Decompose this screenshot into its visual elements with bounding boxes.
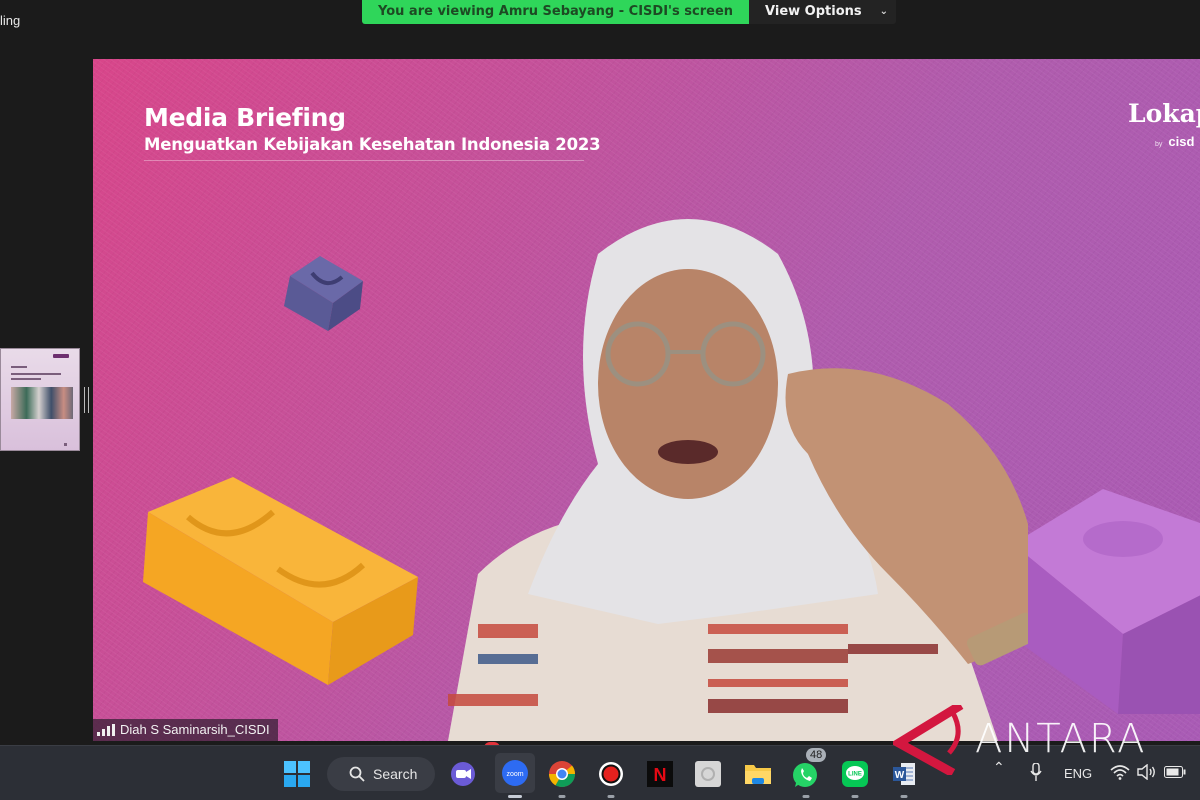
- participant-name-tag: Diah S Saminarsih_CISDI: [93, 719, 278, 741]
- windows-logo-icon: [284, 761, 310, 787]
- thumbnail-photo: [11, 387, 73, 419]
- taskbar-app-zoom[interactable]: zoom: [495, 753, 535, 798]
- taskbar-app-chrome[interactable]: [544, 756, 580, 798]
- watermark-text: ANTARA: [975, 716, 1147, 762]
- taskbar-search[interactable]: Search: [327, 757, 435, 791]
- slide-subtitle: Menguatkan Kebijakan Kesehatan Indonesia…: [144, 135, 601, 154]
- brand-sub: by cisd: [1155, 134, 1194, 149]
- thumbnail-page-number: [64, 443, 67, 446]
- signal-strength-icon: [97, 724, 115, 736]
- thumbnail-text-line: [11, 378, 41, 380]
- search-icon: [349, 766, 365, 782]
- viewing-notice: You are viewing Amru Sebayang - CISDI's …: [362, 0, 750, 24]
- thumbnail-text-line: [11, 373, 61, 375]
- teams-meet-icon: [451, 762, 475, 786]
- taskbar-app-gray[interactable]: [690, 756, 726, 792]
- input-language[interactable]: ENG: [1064, 766, 1092, 781]
- brand-sub-text: cisd: [1168, 134, 1195, 149]
- taskbar-app-recorder[interactable]: [593, 756, 629, 798]
- lego-brick-purple-icon: [1008, 489, 1200, 714]
- lego-brick-orange-icon: [143, 477, 418, 685]
- thumbnail-logo: [53, 354, 69, 358]
- volume-icon[interactable]: [1137, 764, 1157, 780]
- title-underline: [144, 160, 584, 161]
- chrome-icon: [548, 761, 576, 788]
- view-options-label: View Options: [765, 4, 862, 19]
- running-indicator: [900, 795, 908, 798]
- running-indicator: [607, 795, 615, 798]
- window-title-fragment: ling: [0, 13, 21, 28]
- taskbar-app-file-explorer[interactable]: [740, 756, 776, 792]
- zoom-icon: zoom: [502, 760, 528, 786]
- running-indicator: [851, 795, 859, 798]
- svg-text:zoom: zoom: [506, 771, 523, 778]
- running-indicator: [558, 795, 566, 798]
- panel-resize-handle[interactable]: [84, 387, 90, 413]
- running-indicator: [802, 795, 810, 798]
- netflix-icon: N: [647, 761, 673, 787]
- slide-title: Media Briefing: [144, 103, 346, 132]
- antara-logo-icon: [893, 705, 964, 775]
- screen: ling You are viewing Amru Sebayang - CIS…: [0, 0, 1200, 800]
- wifi-icon[interactable]: [1110, 764, 1130, 780]
- taskbar-app-whatsapp[interactable]: 48: [788, 748, 827, 798]
- app-generic-icon: [695, 761, 721, 787]
- chevron-down-icon: ⌄: [879, 6, 889, 17]
- active-indicator: [508, 795, 522, 798]
- screen-share-banner: You are viewing Amru Sebayang - CISDI's …: [362, 0, 897, 24]
- taskbar-app-netflix[interactable]: N: [642, 756, 678, 792]
- microphone-icon[interactable]: [1030, 763, 1042, 783]
- taskbar-app-line[interactable]: LINE: [837, 756, 873, 798]
- slide-thumbnail[interactable]: [0, 348, 80, 451]
- folder-icon: [745, 765, 771, 784]
- svg-text:LINE: LINE: [848, 772, 862, 778]
- brand-logo: Lokap: [1128, 99, 1200, 128]
- taskbar-app-teams[interactable]: [445, 756, 481, 792]
- start-button[interactable]: [279, 756, 315, 792]
- whatsapp-icon: [793, 763, 817, 787]
- line-icon: LINE: [842, 761, 868, 787]
- record-icon: [599, 762, 623, 786]
- view-options-button[interactable]: View Options ⌄: [749, 0, 897, 24]
- speaker-figure: [448, 219, 1028, 741]
- thumbnail-text-line: [11, 366, 27, 368]
- participant-name: Diah S Saminarsih_CISDI: [120, 722, 270, 737]
- unread-badge: 48: [806, 748, 827, 762]
- search-label: Search: [373, 766, 418, 782]
- svg-text:N: N: [654, 765, 667, 785]
- lego-brick-small-icon: [284, 256, 363, 331]
- brand-sub-prefix: by: [1155, 141, 1163, 148]
- battery-icon[interactable]: [1164, 766, 1186, 778]
- speaker-video: Media Briefing Menguatkan Kebijakan Kese…: [93, 59, 1200, 741]
